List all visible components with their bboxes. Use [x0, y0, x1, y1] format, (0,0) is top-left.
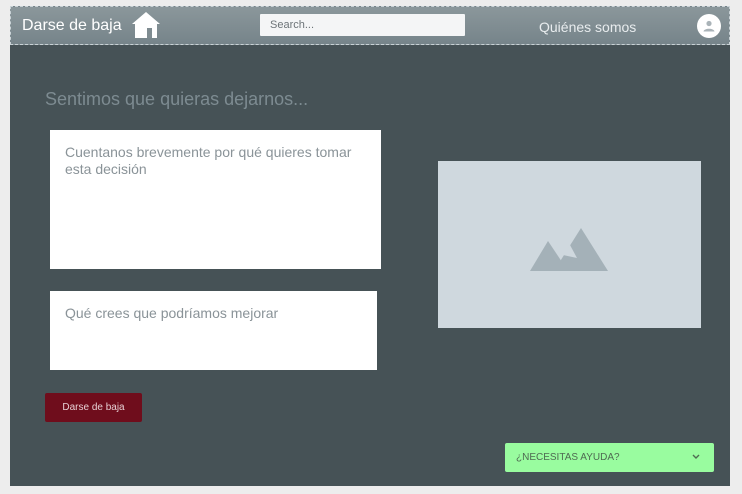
top-navbar: Darse de baja Quiénes somos — [10, 6, 730, 45]
image-placeholder-icon — [530, 228, 608, 271]
chevron-down-icon — [692, 454, 700, 459]
improvement-textarea[interactable] — [50, 291, 377, 370]
nav-link-about[interactable]: Quiénes somos — [539, 19, 636, 35]
image-placeholder — [438, 161, 701, 328]
avatar[interactable] — [697, 14, 721, 38]
search-input[interactable] — [260, 14, 465, 36]
unsubscribe-button[interactable]: Darse de baja — [45, 393, 142, 422]
page-title: Sentimos que quieras dejarnos... — [45, 89, 309, 109]
reason-textarea[interactable] — [50, 130, 381, 269]
user-icon — [703, 20, 715, 32]
help-dropdown[interactable]: ¿NECESITAS AYUDA? — [505, 443, 714, 472]
app-frame: Darse de baja Quiénes somos Sentimos que… — [10, 6, 730, 486]
help-label: ¿NECESITAS AYUDA? — [516, 452, 620, 463]
home-icon[interactable] — [131, 10, 161, 40]
brand-title[interactable]: Darse de baja — [22, 17, 122, 35]
